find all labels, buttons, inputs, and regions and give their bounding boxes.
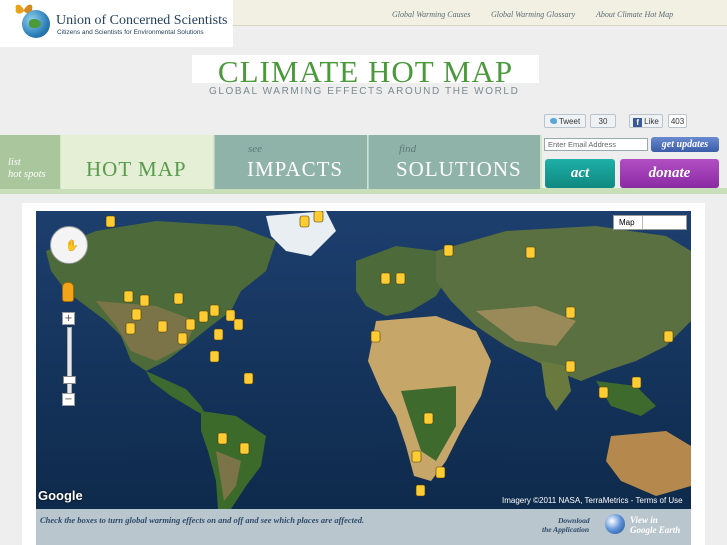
tab-hot-map-label: HOT MAP bbox=[86, 157, 187, 181]
donate-button[interactable]: donate bbox=[620, 159, 719, 188]
globe-icon bbox=[22, 10, 50, 38]
tweet-button[interactable]: Tweet bbox=[544, 114, 586, 128]
pegman-icon[interactable] bbox=[62, 282, 74, 302]
zoom-slider-track[interactable] bbox=[67, 327, 72, 395]
like-label: Like bbox=[644, 117, 659, 126]
like-button[interactable]: f Like bbox=[629, 114, 663, 128]
like-count: 403 bbox=[668, 114, 687, 128]
world-map[interactable] bbox=[36, 211, 691, 509]
zoom-slider-thumb[interactable] bbox=[63, 376, 76, 384]
nav-link-causes[interactable]: Global Warming Causes bbox=[392, 10, 470, 19]
nav-link-glossary[interactable]: Global Warming Glossary bbox=[491, 10, 575, 19]
map-type-divider bbox=[642, 216, 643, 229]
tab-hot-map[interactable]: HOT MAP bbox=[61, 135, 213, 189]
google-logo: Google bbox=[38, 488, 83, 503]
tweet-label: Tweet bbox=[558, 117, 581, 126]
hot-spot-markers bbox=[105, 211, 674, 497]
site-title: CLIMATE HOT MAP bbox=[217, 54, 514, 89]
zoom-out-button[interactable]: − bbox=[62, 393, 75, 406]
google-earth-line1[interactable]: View in bbox=[630, 515, 658, 525]
map-type-button[interactable]: Map bbox=[613, 215, 687, 230]
map-type-label: Map bbox=[619, 218, 635, 227]
tweet-count: 30 bbox=[590, 114, 616, 128]
twitter-bird-icon bbox=[549, 118, 557, 124]
tab-impacts[interactable]: see IMPACTS bbox=[214, 135, 367, 189]
tab-solutions[interactable]: find SOLUTIONS bbox=[368, 135, 540, 189]
tab-list-hot-spots[interactable]: list hot spots bbox=[0, 135, 60, 189]
map-attribution[interactable]: Imagery ©2011 NASA, TerraMetrics - Terms… bbox=[502, 496, 683, 505]
tab-impacts-small: see bbox=[248, 143, 263, 155]
email-field[interactable]: Enter Email Address bbox=[544, 138, 648, 151]
tab-list-line1: list bbox=[8, 157, 21, 168]
pan-control[interactable]: ✋ bbox=[50, 226, 88, 264]
tab-impacts-label: IMPACTS bbox=[247, 157, 344, 181]
ucs-logo[interactable]: Union of Concerned Scientists Citizens a… bbox=[0, 0, 233, 47]
marker-icon bbox=[105, 211, 674, 497]
act-button[interactable]: act bbox=[545, 159, 615, 188]
tab-solutions-small: find bbox=[399, 143, 417, 155]
download-line1[interactable]: Download bbox=[558, 516, 590, 525]
tab-list-line2: hot spots bbox=[8, 169, 46, 180]
get-updates-button[interactable]: get updates bbox=[651, 137, 719, 152]
site-banner: CLIMATE HOT MAP bbox=[192, 54, 539, 89]
map-instruction: Check the boxes to turn global warming e… bbox=[40, 515, 365, 525]
site-subtitle: GLOBAL WARMING EFFECTS AROUND THE WORLD bbox=[209, 86, 520, 97]
org-tagline: Citizens and Scientists for Environmenta… bbox=[57, 29, 204, 36]
tab-solutions-label: SOLUTIONS bbox=[396, 157, 522, 181]
zoom-in-button[interactable]: + bbox=[62, 312, 75, 325]
org-name: Union of Concerned Scientists bbox=[56, 13, 228, 28]
hand-icon: ✋ bbox=[65, 239, 79, 252]
google-earth-icon[interactable] bbox=[605, 514, 625, 534]
google-earth-line2[interactable]: Google Earth bbox=[630, 525, 680, 535]
download-line2[interactable]: the Application bbox=[542, 525, 589, 534]
facebook-icon: f bbox=[633, 118, 643, 127]
nav-link-about[interactable]: About Climate Hot Map bbox=[596, 10, 673, 19]
